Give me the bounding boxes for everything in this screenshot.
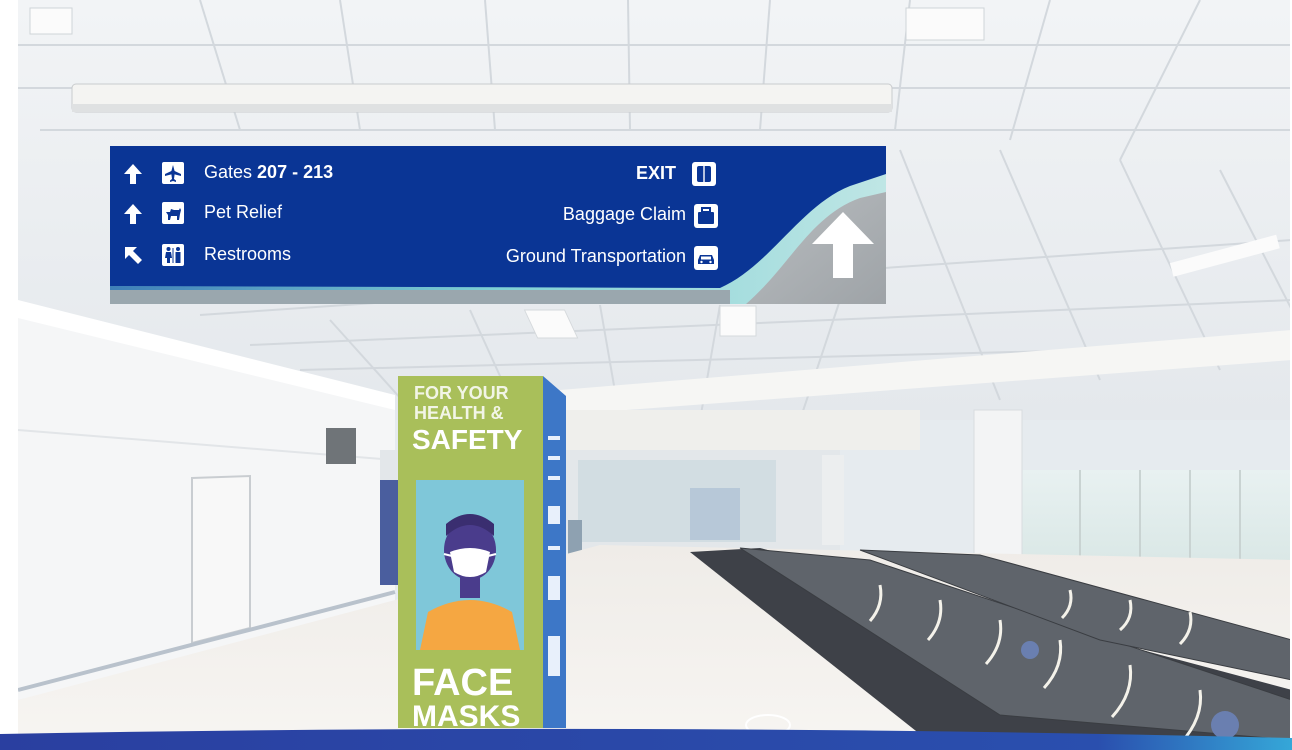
kiosk-top-line2: HEALTH & [414, 403, 504, 423]
kiosk-top-line3: SAFETY [412, 424, 523, 455]
bottom-bar [0, 728, 1292, 750]
ground-transportation-label: Ground Transportation [505, 246, 686, 266]
exit-label: EXIT [635, 163, 676, 183]
wayfinding-sign: Gates 207 - 213 Pet Relief Restrooms EXI… [110, 146, 886, 304]
baggage-icon [694, 204, 718, 228]
gates-label: Gates 207 - 213 [204, 162, 334, 182]
baggage-claim-label: Baggage Claim [562, 204, 686, 224]
pet-relief-label: Pet Relief [204, 202, 283, 222]
terminal-background [0, 0, 1292, 750]
gates-range: 207 - 213 [257, 162, 334, 182]
arrow-up-left-icon [125, 247, 142, 264]
airport-terminal-scene: Gates 207 - 213 Pet Relief Restrooms EXI… [0, 0, 1292, 750]
pet-icon [162, 202, 184, 224]
restrooms-label: Restrooms [204, 244, 292, 264]
airplane-icon [162, 162, 184, 184]
arrow-up-icon [124, 204, 142, 224]
car-icon [694, 246, 718, 270]
restroom-icon [162, 244, 184, 266]
kiosk-bottom-line1: FACE [412, 662, 514, 704]
arrow-up-icon [124, 164, 142, 184]
exit-door-icon [692, 162, 716, 186]
big-arrow-up-icon [812, 212, 874, 278]
kiosk-top-line1: FOR YOUR [414, 383, 509, 403]
health-safety-kiosk: FOR YOUR HEALTH & SAFETY FACE MASKS [398, 376, 568, 732]
